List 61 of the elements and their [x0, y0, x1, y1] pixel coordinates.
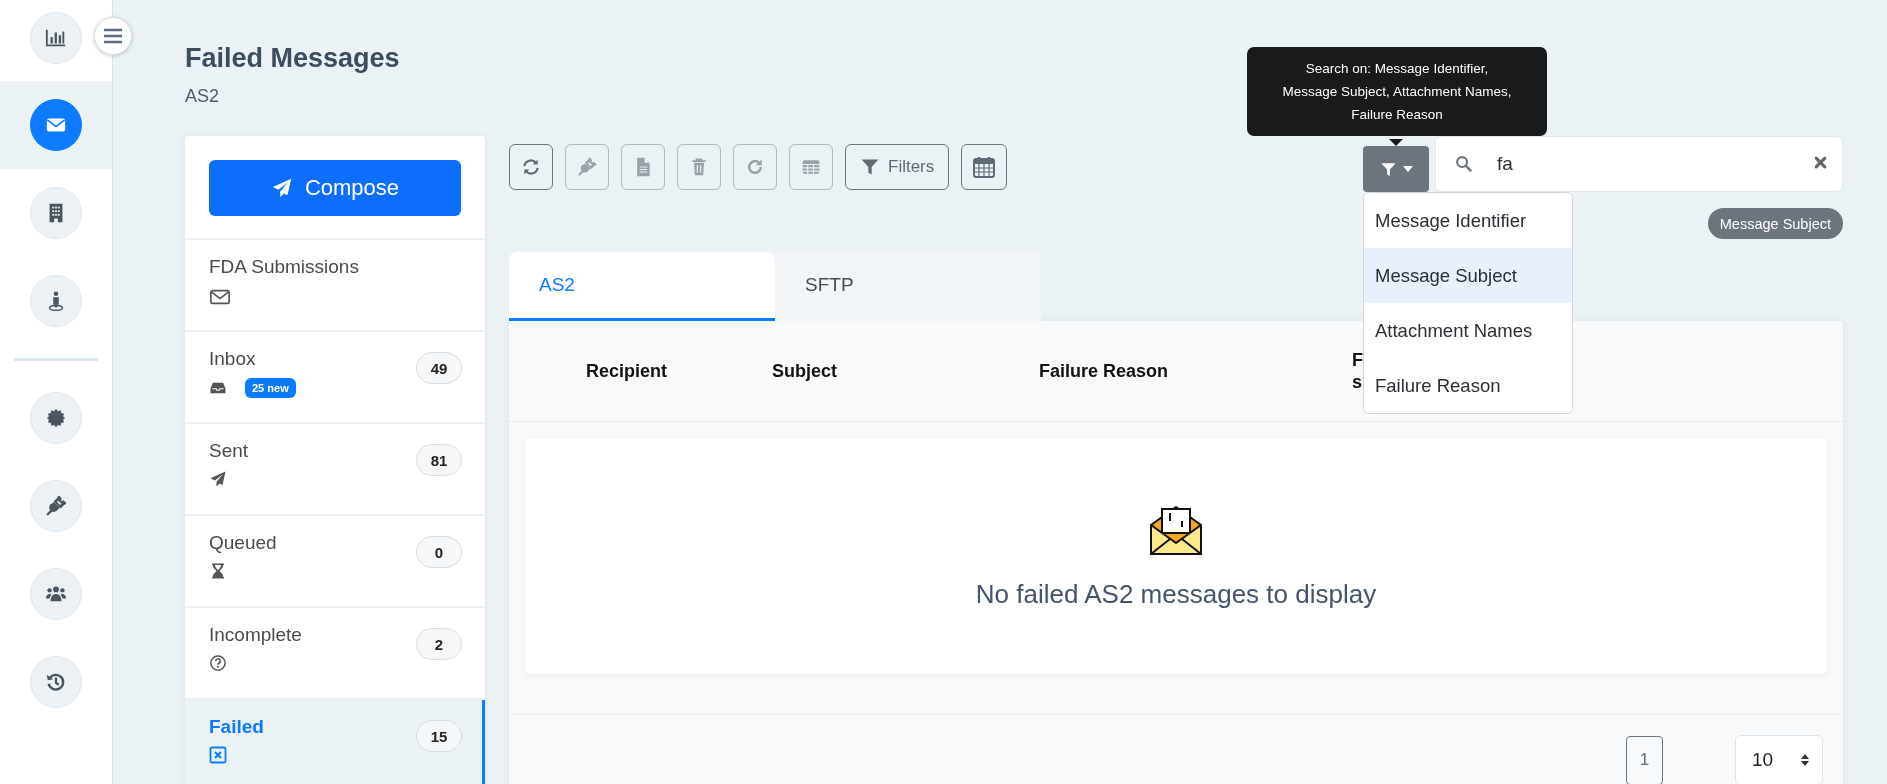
page-title: Failed Messages: [185, 43, 400, 74]
message-count: 49: [416, 352, 462, 384]
menu-button[interactable]: [94, 17, 132, 55]
mailbox-label: Inbox: [209, 348, 257, 370]
tab[interactable]: SFTP: [775, 252, 1041, 321]
clear-button[interactable]: [1814, 156, 1827, 169]
mailbox-item[interactable]: Queued 0: [185, 516, 485, 608]
tooltip: Search on: Message Identifier, Message Subject, Attachment Names, Failure Reason: [1247, 47, 1547, 136]
hourglass-icon: [209, 562, 227, 580]
toolbar-button[interactable]: [961, 144, 1008, 190]
history-icon: [45, 671, 67, 693]
message-count: 0: [416, 536, 462, 568]
message-count: 2: [416, 628, 462, 660]
column-header: Recipient: [586, 360, 669, 382]
mailbox-label: FDA Submissions: [209, 256, 359, 278]
search-icon: [1455, 155, 1472, 172]
mailbox-item[interactable]: Sent 81: [185, 424, 485, 516]
table-icon: [801, 157, 821, 177]
funnel-icon: [860, 157, 880, 177]
close-icon: [1814, 156, 1827, 169]
compose-button[interactable]: Compose: [209, 160, 461, 216]
page-size-select[interactable]: 10: [1735, 735, 1823, 784]
mailbox-label: Incomplete: [209, 624, 302, 646]
tooltip-pointer: [1389, 139, 1403, 146]
column-header: Failure Reason: [1039, 360, 1170, 382]
menu-icon: [104, 28, 122, 44]
mailbox-item[interactable]: Inbox 25 new 49: [185, 332, 485, 424]
paper-plane-icon: [209, 470, 227, 488]
message-count: 81: [416, 444, 462, 476]
new-count-badge: 25 new: [245, 378, 296, 398]
page-subtitle: AS2: [185, 86, 220, 107]
plug-icon: [45, 495, 67, 517]
column-header: F s: [1352, 349, 1363, 393]
search-field-dropdown[interactable]: [1363, 146, 1429, 192]
funnel-icon: [1379, 160, 1397, 178]
calendar-icon: [972, 155, 997, 179]
sort-arrows-icon: [1800, 753, 1810, 767]
question-icon: [209, 654, 227, 672]
redo-icon: [745, 157, 765, 177]
search-field[interactable]: fa: [1435, 136, 1843, 192]
x-square-icon: [209, 746, 227, 764]
toolbar-button[interactable]: [509, 144, 553, 190]
search-field-tag: Message Subject: [1707, 208, 1843, 239]
tab[interactable]: AS2: [509, 252, 775, 321]
plug-icon: [577, 157, 597, 177]
mailbox-label: Queued: [209, 532, 277, 554]
refresh-icon: [521, 157, 541, 177]
mailbox-item[interactable]: FDA Submissions: [185, 240, 485, 332]
nav-button[interactable]: [30, 99, 82, 151]
seal-icon: [45, 407, 67, 429]
dropdown-item[interactable]: Message Subject: [1364, 248, 1572, 303]
trash-icon: [689, 157, 709, 177]
page-button[interactable]: 1: [1626, 735, 1663, 784]
bar-chart-icon: [45, 27, 67, 49]
column-header: Subject: [772, 360, 838, 382]
message-count: 15: [416, 720, 462, 752]
empty-message: No failed AS2 messages to display: [975, 578, 1377, 610]
mailbox-label: Sent: [209, 440, 249, 462]
filters-button[interactable]: Filters: [845, 144, 950, 190]
mailbox-label: Failed: [209, 716, 264, 738]
caret-icon: [1402, 166, 1413, 172]
